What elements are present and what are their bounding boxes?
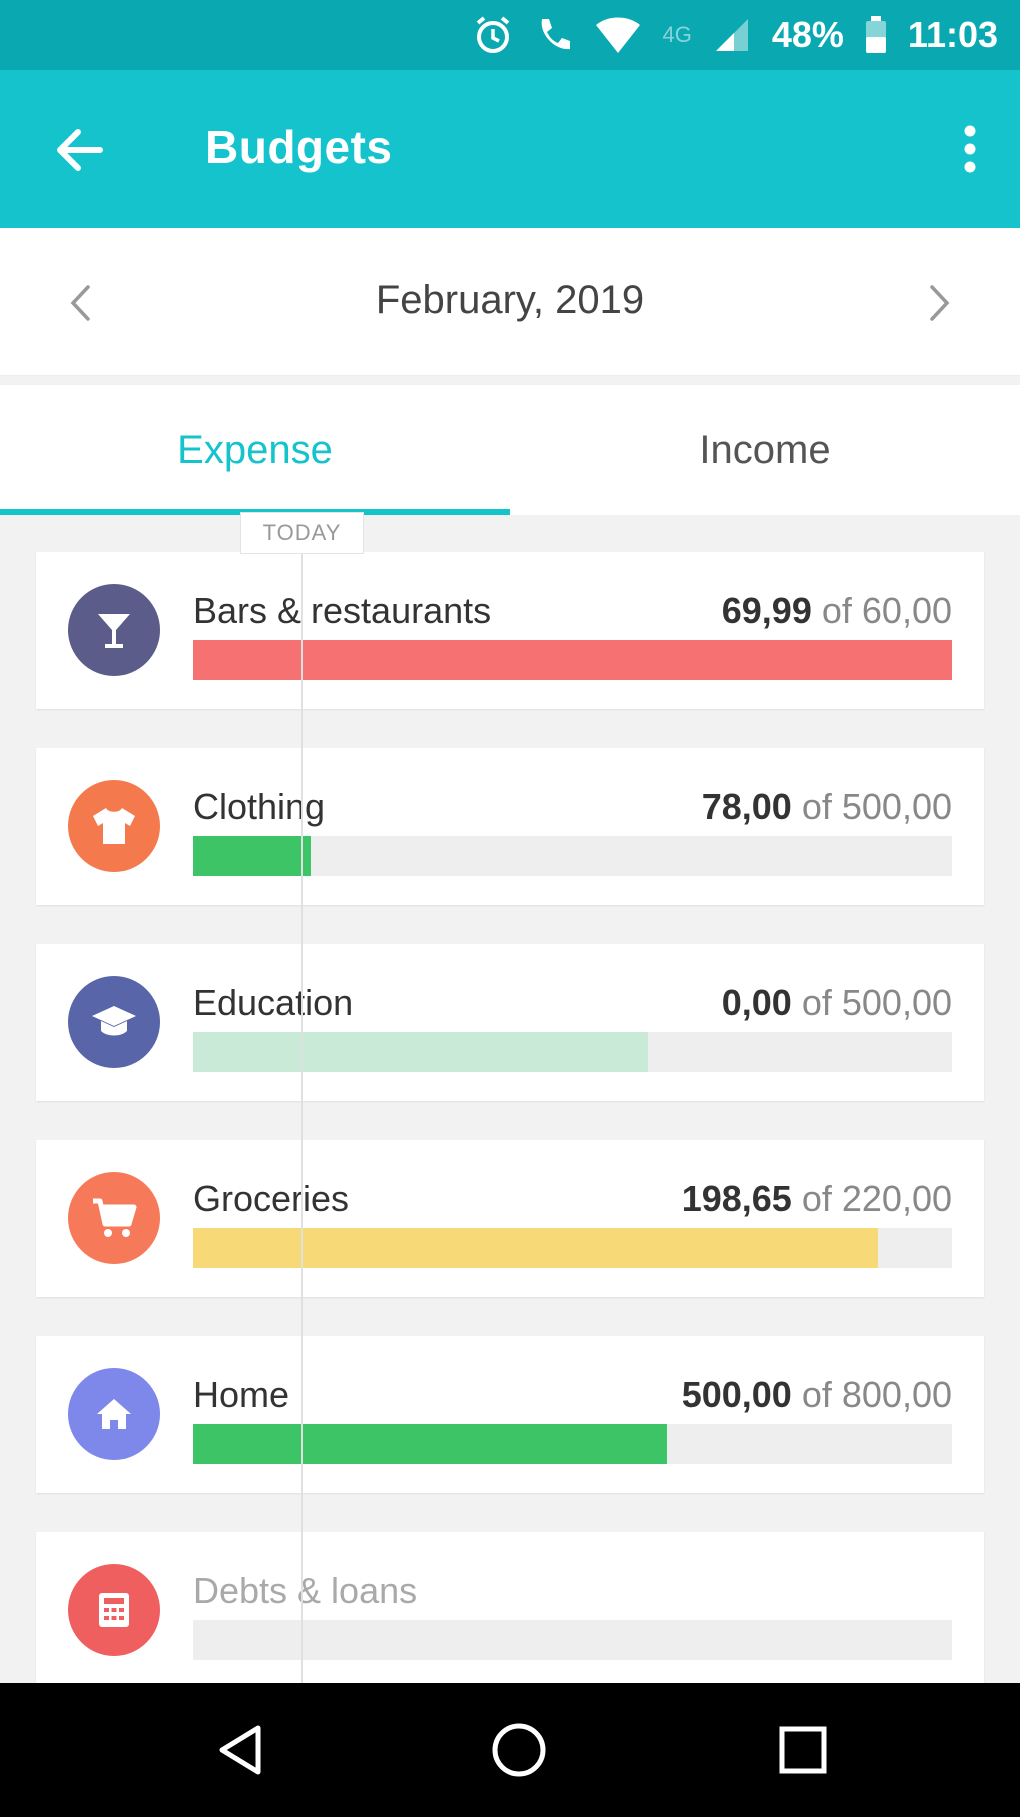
budget-limit: 500,00 — [841, 786, 952, 827]
budget-amount: 0,00 of 500,00 — [722, 982, 952, 1024]
wifi-icon — [594, 15, 642, 55]
graduation-cap-icon — [68, 976, 160, 1068]
alarm-icon — [472, 14, 514, 56]
more-vertical-icon[interactable] — [950, 114, 990, 184]
budget-spent: 0,00 — [721, 982, 792, 1023]
home-circle-icon[interactable] — [479, 1710, 559, 1790]
budget-of: of — [821, 590, 852, 631]
shirt-icon — [68, 780, 160, 872]
today-line — [301, 553, 303, 1683]
chevron-right-icon[interactable] — [910, 273, 970, 333]
today-marker: TODAY — [240, 512, 364, 554]
budget-progress-track — [193, 1424, 952, 1464]
network-type: 4G — [662, 22, 692, 47]
budget-spent: 78,00 — [701, 786, 792, 827]
budget-spent: 500,00 — [681, 1374, 792, 1415]
calculator-icon — [68, 1564, 160, 1656]
cocktail-icon — [68, 584, 160, 676]
budget-card-home[interactable]: Home 500,00 of 800,00 — [36, 1336, 984, 1493]
budget-name: Education — [193, 982, 354, 1023]
budget-spent: 69,99 — [721, 590, 812, 631]
budget-card-bars-restaurants[interactable]: Bars & restaurants 69,99 of 60,00 — [36, 552, 984, 709]
budget-limit: 60,00 — [861, 590, 952, 631]
tab-bar: Expense Income — [0, 385, 1020, 515]
budget-progress-fill — [193, 1032, 649, 1072]
tab-expense[interactable]: Expense — [0, 385, 510, 515]
budget-amount: 500,00 of 800,00 — [682, 1374, 952, 1416]
tab-income[interactable]: Income — [510, 385, 1020, 515]
budget-card-clothing[interactable]: Clothing 78,00 of 500,00 — [36, 748, 984, 905]
month-navigator: February, 2019 — [0, 228, 1020, 376]
budget-limit: 800,00 — [841, 1374, 952, 1415]
budget-progress-fill — [193, 640, 952, 680]
signal-icon — [712, 15, 752, 55]
budget-limit: 220,00 — [841, 1178, 952, 1219]
budget-progress-track — [193, 1228, 952, 1268]
budget-progress-track — [193, 836, 952, 876]
budget-of: of — [801, 1374, 832, 1415]
budget-amount: 78,00 of 500,00 — [702, 786, 952, 828]
budget-name: Clothing — [193, 786, 326, 827]
month-label: February, 2019 — [375, 278, 645, 322]
budget-name: Home — [193, 1374, 290, 1415]
budget-of: of — [801, 786, 832, 827]
battery-percent: 48% — [771, 14, 844, 55]
recents-square-icon[interactable] — [763, 1710, 843, 1790]
budget-progress-fill — [193, 1424, 668, 1464]
budget-amount: 69,99 of 60,00 — [722, 590, 952, 632]
budget-name: Debts & loans — [193, 1570, 418, 1611]
app-bar: Budgets — [0, 70, 1020, 228]
budget-progress-fill — [193, 1228, 879, 1268]
budget-card-debts-loans[interactable]: Debts & loans — [36, 1532, 984, 1683]
budget-name: Bars & restaurants — [193, 590, 492, 631]
shopping-cart-icon — [68, 1172, 160, 1264]
page-title: Budgets — [205, 121, 393, 173]
budget-name: Groceries — [193, 1178, 350, 1219]
home-icon — [68, 1368, 160, 1460]
budget-of: of — [801, 982, 832, 1023]
system-nav-bar — [0, 1683, 1020, 1817]
budget-progress-fill — [193, 836, 312, 876]
budget-spent: 198,65 — [681, 1178, 792, 1219]
arrow-left-icon[interactable] — [48, 118, 112, 182]
budget-progress-track — [193, 640, 952, 680]
budget-progress-track — [193, 1620, 952, 1660]
budget-progress-track — [193, 1032, 952, 1072]
battery-icon — [864, 15, 888, 55]
budget-amount: 198,65 of 220,00 — [682, 1178, 952, 1220]
status-bar: 4G 48% 11:03 — [0, 0, 1020, 70]
back-triangle-icon[interactable] — [200, 1710, 280, 1790]
call-icon — [534, 15, 574, 55]
clock: 11:03 — [907, 14, 998, 55]
budget-card-groceries[interactable]: Groceries 198,65 of 220,00 — [36, 1140, 984, 1297]
budget-card-education[interactable]: Education 0,00 of 500,00 — [36, 944, 984, 1101]
budget-of: of — [801, 1178, 832, 1219]
budget-limit: 500,00 — [841, 982, 952, 1023]
